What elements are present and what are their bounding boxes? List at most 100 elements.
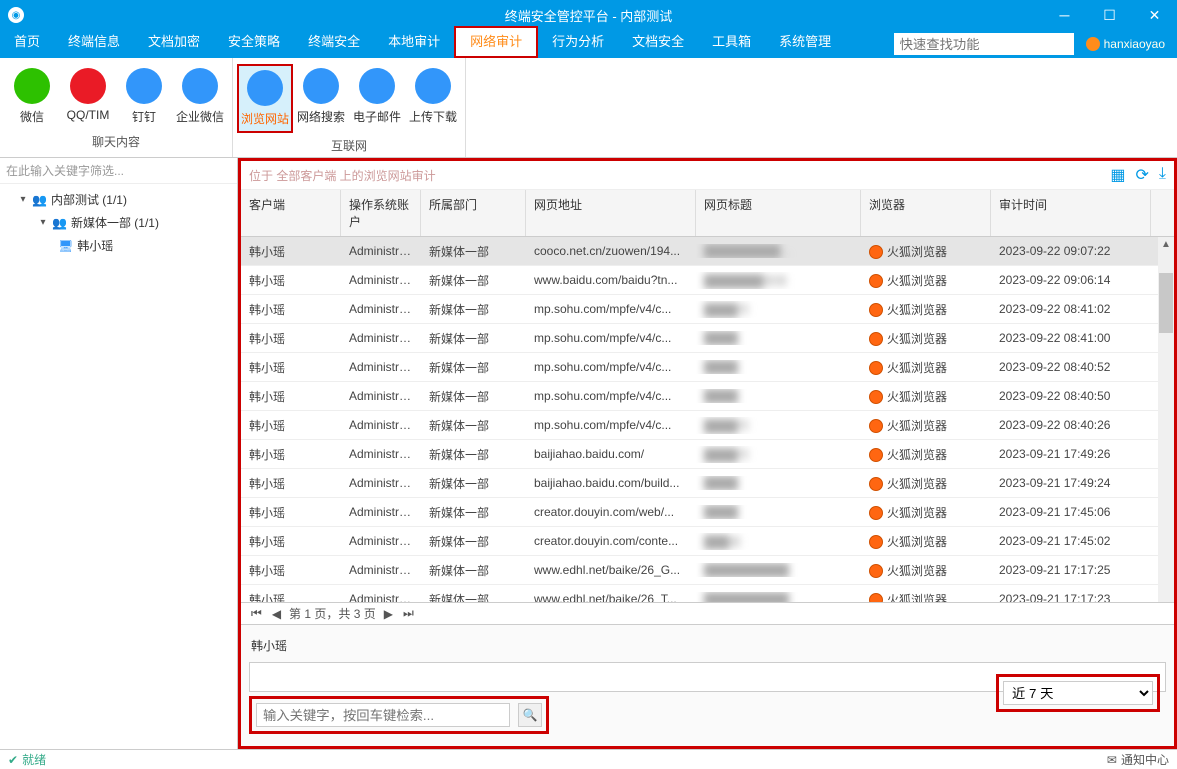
columns-icon[interactable]: ▦ [1110, 165, 1125, 185]
table-cell: 韩小瑶 [241, 388, 341, 405]
menu-1[interactable]: 终端信息 [54, 28, 134, 56]
menu-6[interactable]: 网络审计 [454, 26, 538, 58]
tree-node-dept[interactable]: ▾ 👥 新媒体一部 (1/1) [0, 211, 237, 234]
menu-2[interactable]: 文档加密 [134, 28, 214, 56]
tree-filter-input[interactable]: 在此输入关键字筛选... [0, 158, 237, 184]
menu-5[interactable]: 本地审计 [374, 28, 454, 56]
table-row[interactable]: 韩小瑶Administra...新媒体一部creator.douyin.com/… [241, 498, 1174, 527]
quick-search[interactable] [894, 33, 1074, 55]
table-cell: ████ [696, 389, 861, 403]
table-cell: Administra... [341, 302, 421, 316]
table-cell: 2023-09-22 08:41:02 [991, 302, 1151, 316]
table-row[interactable]: 韩小瑶Administra...新媒体一部www.baidu.com/baidu… [241, 266, 1174, 295]
table-cell: 火狐浏览器 [861, 504, 991, 521]
table-row[interactable]: 韩小瑶Administra...新媒体一部mp.sohu.com/mpfe/v4… [241, 411, 1174, 440]
keyword-input[interactable] [256, 703, 510, 727]
table-cell: creator.douyin.com/web/... [526, 505, 696, 519]
table-cell: creator.douyin.com/conte... [526, 534, 696, 548]
menu-3[interactable]: 安全策略 [214, 28, 294, 56]
table-cell: Administra... [341, 418, 421, 432]
table-cell: 韩小瑶 [241, 301, 341, 318]
maximize-button[interactable]: ☐ [1087, 0, 1132, 30]
table-row[interactable]: 韩小瑶Administra...新媒体一部baijiahao.baidu.com… [241, 469, 1174, 498]
table-row[interactable]: 韩小瑶Administra...新媒体一部mp.sohu.com/mpfe/v4… [241, 295, 1174, 324]
table-cell: ████号 [696, 417, 861, 434]
col-header[interactable]: 审计时间 [991, 190, 1151, 236]
close-button[interactable]: ✕ [1132, 0, 1177, 30]
status-text: 就绪 [22, 751, 46, 768]
ribbon-钉钉[interactable]: 钉钉 [116, 64, 172, 129]
ribbon-网络搜索[interactable]: 网络搜索 [293, 64, 349, 133]
table-row[interactable]: 韩小瑶Administra...新媒体一部baijiahao.baidu.com… [241, 440, 1174, 469]
table-row[interactable]: 韩小瑶Administra...新媒体一部mp.sohu.com/mpfe/v4… [241, 382, 1174, 411]
menu-10[interactable]: 系统管理 [765, 28, 845, 56]
table-cell: 新媒体一部 [421, 272, 526, 289]
last-page-button[interactable]: ⏭ [401, 606, 416, 621]
sidebar: 在此输入关键字筛选... ▾ 👥 内部测试 (1/1) ▾ 👥 新媒体一部 (1… [0, 158, 238, 749]
table-row[interactable]: 韩小瑶Administra...新媒体一部mp.sohu.com/mpfe/v4… [241, 324, 1174, 353]
vertical-scrollbar[interactable]: ▲ [1158, 237, 1174, 602]
next-page-button[interactable]: ▶ [382, 607, 395, 621]
menu-7[interactable]: 行为分析 [538, 28, 618, 56]
time-range-select[interactable]: 近 7 天 [1003, 681, 1153, 705]
col-header[interactable]: 网页标题 [696, 190, 861, 236]
col-header[interactable]: 操作系统账户 [341, 190, 421, 236]
table-cell: 2023-09-21 17:49:26 [991, 447, 1151, 461]
firefox-icon [869, 477, 883, 491]
quick-search-input[interactable] [894, 33, 1074, 55]
ribbon-icon [14, 68, 50, 104]
ribbon-浏览网站[interactable]: 浏览网站 [237, 64, 293, 133]
table-cell: Administra... [341, 244, 421, 258]
notify-link[interactable]: 通知中心 [1121, 751, 1169, 768]
menu-8[interactable]: 文档安全 [618, 28, 698, 56]
tree-node-client[interactable]: 🖥 韩小瑶 [0, 234, 237, 257]
first-page-button[interactable]: ⏮ [249, 606, 264, 621]
ribbon-电子邮件[interactable]: 电子邮件 [349, 64, 405, 133]
table-cell: Administra... [341, 360, 421, 374]
scroll-up-icon[interactable]: ▲ [1158, 237, 1174, 253]
table-cell: ████号 [696, 301, 861, 318]
firefox-icon [869, 506, 883, 520]
table-cell: www.edhl.net/baike/26_T... [526, 592, 696, 602]
ribbon-企业微信[interactable]: 企业微信 [172, 64, 228, 129]
table-row[interactable]: 韩小瑶Administra...新媒体一部www.edhl.net/baike/… [241, 585, 1174, 602]
table-row[interactable]: 韩小瑶Administra...新媒体一部cooco.net.cn/zuowen… [241, 237, 1174, 266]
table-row[interactable]: 韩小瑶Administra...新媒体一部mp.sohu.com/mpfe/v4… [241, 353, 1174, 382]
pager: ⏮ ◀ 第 1 页，共 3 页 ▶ ⏭ [241, 602, 1174, 624]
table-cell: mp.sohu.com/mpfe/v4/c... [526, 418, 696, 432]
expand-icon[interactable]: ▾ [18, 194, 28, 205]
ribbon-label: 网络搜索 [293, 108, 349, 125]
col-header[interactable]: 浏览器 [861, 190, 991, 236]
ribbon-label: QQ/TIM [60, 108, 116, 122]
search-button[interactable]: 🔍 [518, 703, 542, 727]
col-header[interactable]: 客户端 [241, 190, 341, 236]
search-icon: 🔍 [523, 708, 538, 722]
firefox-icon [869, 448, 883, 462]
ribbon-label: 企业微信 [172, 108, 228, 125]
menu-4[interactable]: 终端安全 [294, 28, 374, 56]
col-header[interactable]: 网页地址 [526, 190, 696, 236]
page-info: 第 1 页，共 3 页 [289, 605, 376, 622]
ribbon-上传下载[interactable]: 上传下载 [405, 64, 461, 133]
table-row[interactable]: 韩小瑶Administra...新媒体一部www.edhl.net/baike/… [241, 556, 1174, 585]
table-cell: mp.sohu.com/mpfe/v4/c... [526, 360, 696, 374]
col-header[interactable]: 所属部门 [421, 190, 526, 236]
export-icon[interactable]: ⤓ [1159, 165, 1166, 185]
minimize-button[interactable]: ─ [1042, 0, 1087, 30]
scroll-thumb[interactable] [1159, 273, 1173, 333]
table-cell: 韩小瑶 [241, 243, 341, 260]
ribbon-group-label: 聊天内容 [0, 129, 232, 156]
ribbon-微信[interactable]: 微信 [4, 64, 60, 129]
ribbon-QQ/TIM[interactable]: QQ/TIM [60, 64, 116, 129]
ribbon-icon [415, 68, 451, 104]
user-badge[interactable]: hanxiaoyao [1074, 37, 1177, 51]
menu-9[interactable]: 工具箱 [698, 28, 765, 56]
prev-page-button[interactable]: ◀ [270, 607, 283, 621]
table-cell: ███████搜索 [696, 272, 861, 289]
refresh-icon[interactable]: ⟳ [1136, 165, 1149, 185]
expand-icon[interactable]: ▾ [38, 217, 48, 228]
table-cell: 2023-09-22 08:40:52 [991, 360, 1151, 374]
menu-0[interactable]: 首页 [0, 28, 54, 56]
table-row[interactable]: 韩小瑶Administra...新媒体一部creator.douyin.com/… [241, 527, 1174, 556]
tree-node-root[interactable]: ▾ 👥 内部测试 (1/1) [0, 188, 237, 211]
